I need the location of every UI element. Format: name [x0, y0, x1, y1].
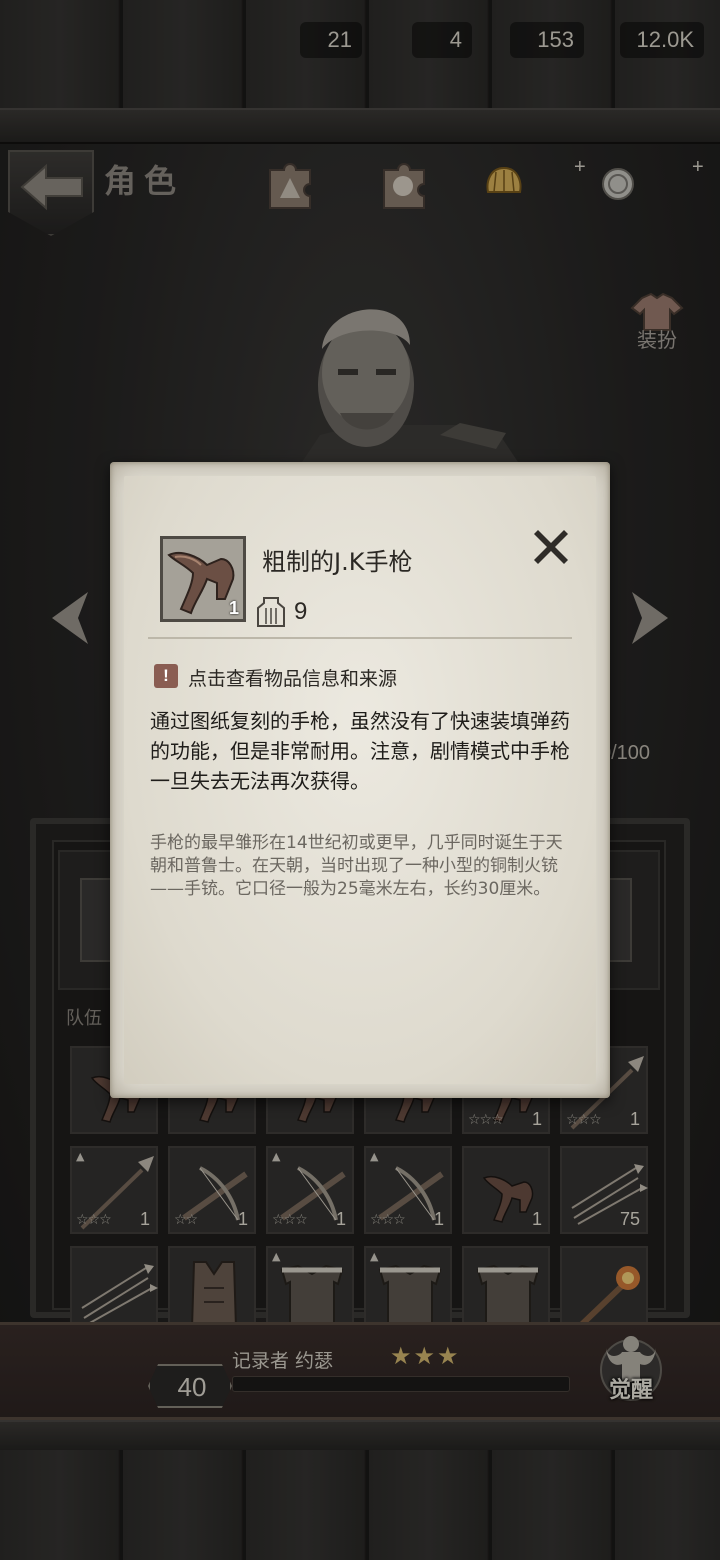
item-description: 通过图纸复刻的手枪，虽然没有了快速装填弹药的功能，但是非常耐用。注意，剧情模式中…: [150, 709, 570, 793]
item-thumbnail: 1: [160, 536, 246, 622]
item-name: 粗制的J.K手枪: [262, 548, 413, 576]
weight-icon: [257, 597, 285, 627]
item-quantity: 1: [228, 598, 239, 618]
item-weight: 9: [294, 598, 308, 625]
item-lore: 手枪的最早雏形在14世纪初或更早，几乎同时诞生于天朝和普鲁士。在天朝，当时出现了…: [150, 833, 563, 899]
item-source-link[interactable]: 点击查看物品信息和来源: [188, 664, 397, 691]
close-icon[interactable]: [528, 524, 574, 570]
exclamation-icon: !: [154, 664, 178, 688]
dialog-divider: [148, 637, 572, 639]
